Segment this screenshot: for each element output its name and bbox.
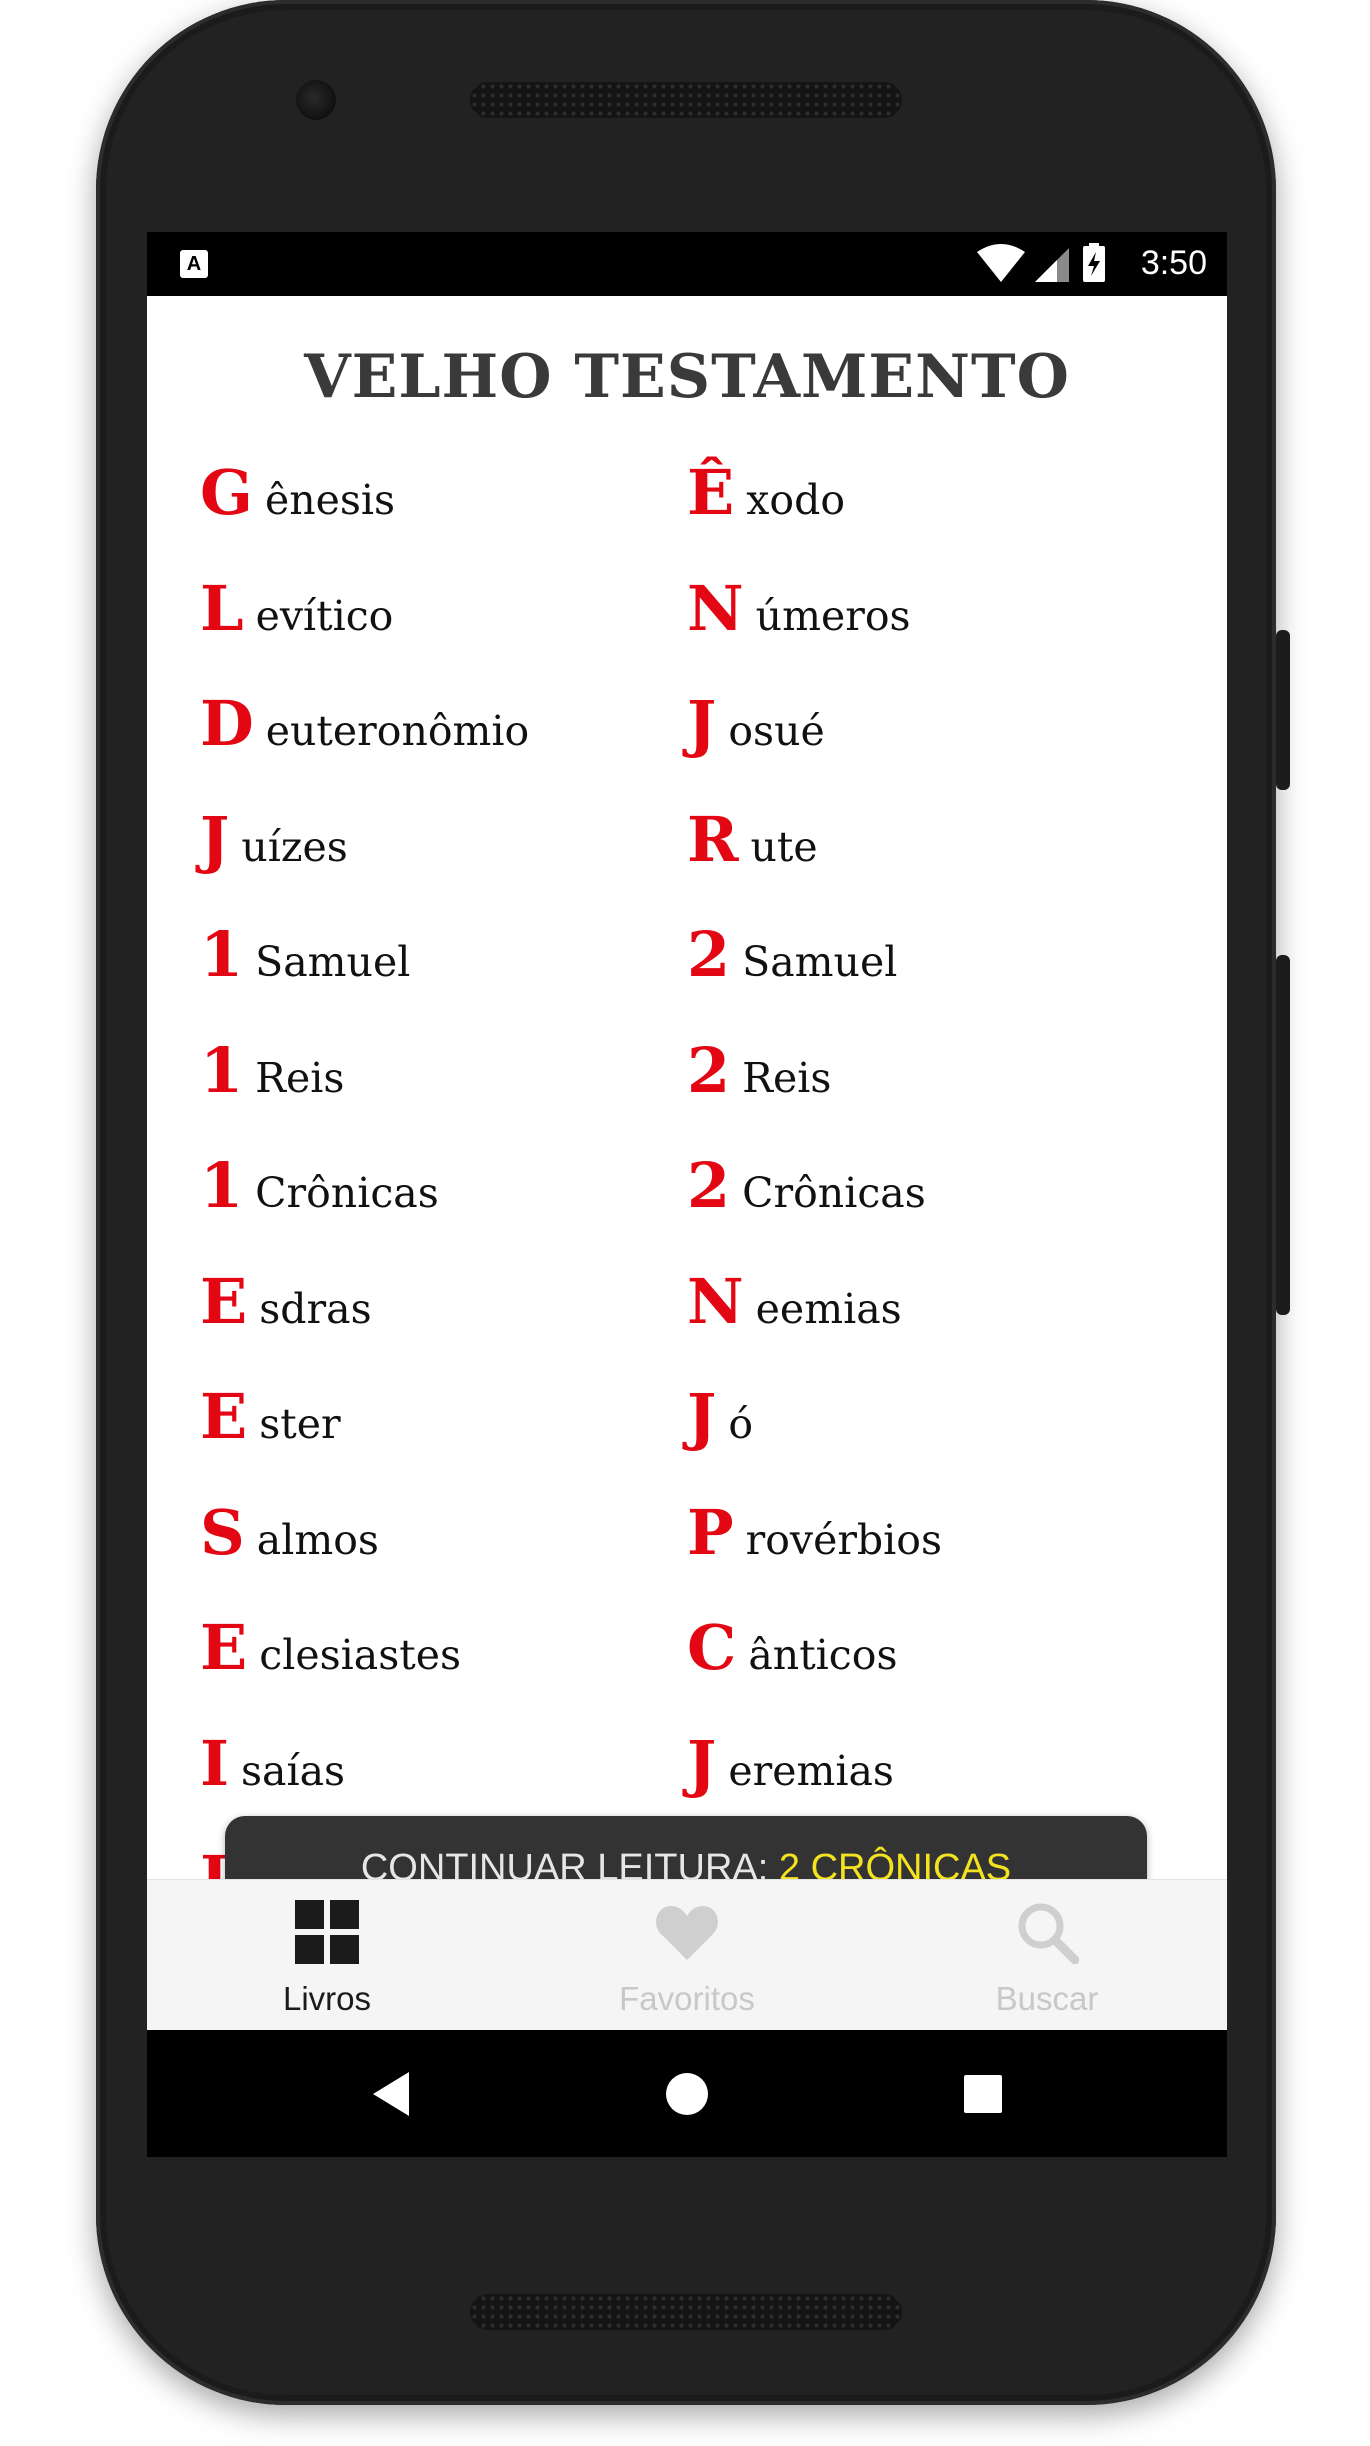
book-name-rest: rovérbios bbox=[745, 1515, 943, 1564]
book-name-rest: euteronômio bbox=[265, 707, 530, 755]
book-initial: E bbox=[200, 1380, 248, 1453]
top-speaker-grille bbox=[470, 82, 902, 118]
book-item[interactable]: Levítico bbox=[200, 572, 393, 682]
book-item[interactable]: Juízes bbox=[200, 803, 348, 913]
book-item[interactable]: 1 Samuel bbox=[200, 918, 410, 1028]
book-initial: 1 bbox=[200, 1033, 244, 1107]
screen: A 3:50 VELHO TESTAMENTO Gênesis Êxodo Leví… bbox=[147, 232, 1227, 2157]
book-initial: E bbox=[200, 1264, 248, 1338]
book-item[interactable]: 1 Crônicas bbox=[200, 1149, 439, 1259]
book-name-rest: Crônicas bbox=[255, 1169, 439, 1217]
book-initial: J bbox=[200, 802, 230, 876]
nav-item-favoritos[interactable]: Favoritos bbox=[507, 1880, 867, 2032]
book-initial: S bbox=[200, 1495, 245, 1569]
book-name-rest: Crônicas bbox=[742, 1169, 926, 1217]
search-icon bbox=[1018, 1903, 1079, 1964]
book-item[interactable]: Êxodo bbox=[687, 456, 845, 566]
book-name-rest: eemias bbox=[755, 1284, 902, 1333]
book-initial: C bbox=[687, 1611, 737, 1684]
nav-label-buscar: Buscar bbox=[995, 1980, 1099, 2017]
status-icons bbox=[977, 243, 1105, 282]
nav-label-livros: Livros bbox=[282, 1980, 372, 2017]
book-initial: Ê bbox=[687, 456, 735, 529]
home-icon[interactable] bbox=[655, 2062, 719, 2126]
volume-button bbox=[1276, 955, 1290, 1315]
book-item[interactable]: Salmos bbox=[200, 1496, 379, 1606]
book-initial: N bbox=[687, 571, 744, 645]
notification-app-icon: A bbox=[180, 250, 208, 278]
nav-item-livros[interactable]: Livros bbox=[147, 1880, 507, 2032]
book-name-rest: uízes bbox=[241, 822, 348, 871]
book-initial: E bbox=[200, 1611, 248, 1684]
bottom-navigation: Livros Favoritos Buscar bbox=[147, 1879, 1227, 2032]
book-initial: 2 bbox=[687, 1033, 731, 1107]
book-initial: J bbox=[687, 1380, 717, 1453]
book-name-rest: evítico bbox=[255, 591, 394, 640]
book-item[interactable]: 1 Reis bbox=[200, 1034, 344, 1144]
book-item[interactable]: Josué bbox=[687, 687, 825, 797]
book-name-rest: Samuel bbox=[742, 938, 898, 986]
book-item[interactable]: Neemias bbox=[687, 1265, 902, 1375]
battery-charging-icon bbox=[1083, 243, 1105, 282]
book-item[interactable]: 2 Samuel bbox=[687, 918, 897, 1028]
book-name-rest: saías bbox=[241, 1746, 346, 1795]
system-navigation-bar bbox=[147, 2030, 1227, 2157]
book-name-rest: Samuel bbox=[255, 938, 411, 986]
book-name-rest: clesiastes bbox=[259, 1631, 462, 1679]
book-initial: R bbox=[687, 802, 739, 876]
book-initial: I bbox=[200, 1726, 230, 1800]
nav-item-buscar[interactable]: Buscar bbox=[867, 1880, 1227, 2032]
power-button bbox=[1276, 630, 1290, 790]
book-item[interactable]: Provérbios bbox=[687, 1496, 942, 1606]
book-initial: 1 bbox=[200, 1149, 244, 1222]
book-name-rest: sdras bbox=[259, 1284, 372, 1333]
book-initial: 2 bbox=[687, 918, 731, 991]
cellular-signal-icon bbox=[1035, 248, 1069, 282]
book-name-rest: ster bbox=[259, 1400, 341, 1448]
book-name-rest: eremias bbox=[728, 1746, 894, 1795]
book-item[interactable]: Esdras bbox=[200, 1265, 372, 1375]
book-initial: L bbox=[200, 571, 244, 645]
book-initial: 1 bbox=[200, 918, 244, 991]
book-initial: N bbox=[687, 1264, 744, 1338]
book-item[interactable]: Gênesis bbox=[200, 456, 395, 566]
book-name-rest: almos bbox=[256, 1515, 379, 1564]
book-item[interactable]: Deuteronômio bbox=[200, 687, 529, 797]
bottom-speaker-grille bbox=[470, 2294, 902, 2330]
page-title: VELHO TESTAMENTO bbox=[304, 342, 1070, 412]
book-initial: 2 bbox=[687, 1149, 731, 1222]
wifi-icon bbox=[977, 244, 1025, 282]
book-initial: D bbox=[200, 687, 254, 760]
book-initial: P bbox=[687, 1495, 734, 1569]
status-time: 3:50 bbox=[1140, 244, 1207, 282]
book-item[interactable]: Números bbox=[687, 572, 911, 682]
book-name-rest: osué bbox=[728, 707, 825, 755]
book-item[interactable]: Ester bbox=[200, 1380, 341, 1490]
book-item[interactable]: Jó bbox=[687, 1380, 753, 1490]
nav-label-favoritos: Favoritos bbox=[619, 1980, 755, 2017]
book-item[interactable]: Cânticos bbox=[687, 1611, 898, 1721]
front-camera bbox=[296, 80, 336, 120]
book-name-rest: Reis bbox=[255, 1053, 345, 1102]
status-bar: A 3:50 bbox=[147, 232, 1227, 296]
heart-icon bbox=[656, 1906, 718, 1960]
book-initial: G bbox=[200, 456, 253, 529]
book-name-rest: ânticos bbox=[748, 1631, 898, 1679]
book-name-rest: xodo bbox=[746, 476, 846, 524]
books-list-scroll[interactable]: VELHO TESTAMENTO Gênesis Êxodo Levítico Núm… bbox=[147, 296, 1227, 1950]
back-icon[interactable] bbox=[359, 2062, 423, 2126]
book-initial: J bbox=[687, 1726, 717, 1800]
book-name-rest: ênesis bbox=[264, 476, 396, 524]
book-name-rest: Reis bbox=[742, 1053, 832, 1102]
book-initial: J bbox=[687, 687, 717, 760]
book-name-rest: úmeros bbox=[755, 591, 911, 640]
book-name-rest: ute bbox=[750, 822, 818, 871]
book-item[interactable]: Eclesiastes bbox=[200, 1611, 461, 1721]
book-item[interactable]: 2 Crônicas bbox=[687, 1149, 926, 1259]
grid-icon bbox=[295, 1900, 359, 1964]
recents-icon[interactable] bbox=[951, 2062, 1015, 2126]
book-name-rest: ó bbox=[728, 1400, 754, 1448]
book-item[interactable]: 2 Reis bbox=[687, 1034, 831, 1144]
book-item[interactable]: Rute bbox=[687, 803, 818, 913]
